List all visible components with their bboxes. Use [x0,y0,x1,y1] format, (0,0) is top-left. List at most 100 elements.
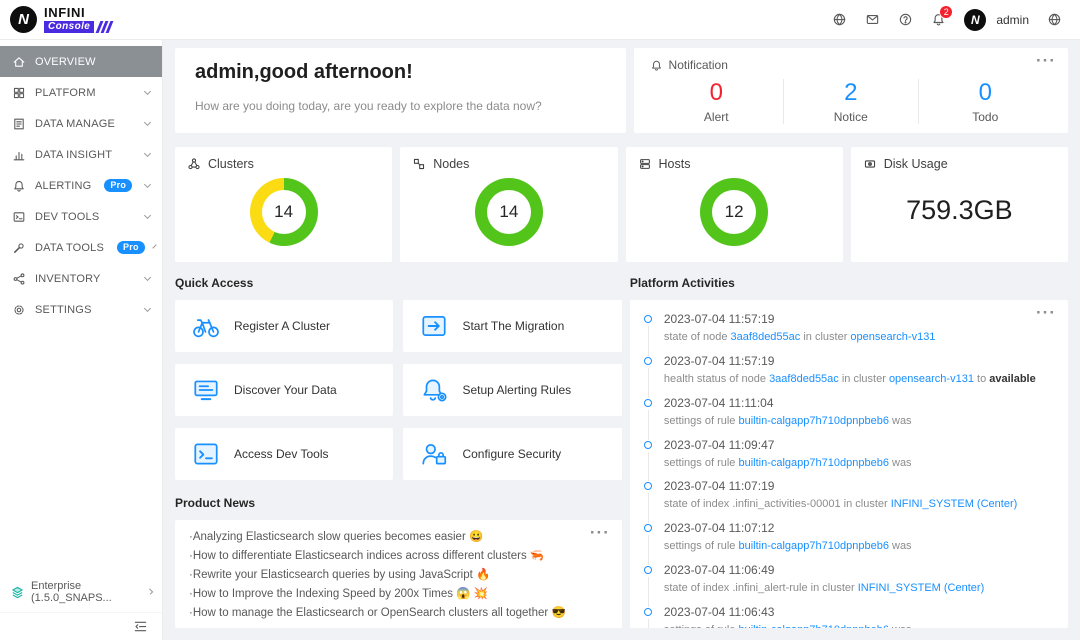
nodes-icon [412,157,426,171]
stat-value: 2 [844,79,858,106]
notification-stat-alert[interactable]: 0 Alert [650,79,785,124]
activity-link[interactable]: builtin-calgapp7h710dpnpbeb6 [738,540,888,552]
activity-text: in cluster [807,582,858,595]
greeting-title: admin,good afternoon! [195,61,413,83]
logo-text: INFINI Console [44,6,114,34]
chevron-down-icon [143,273,152,282]
product-news-list: Analyzing Elasticsearch slow queries bec… [189,528,608,623]
news-item[interactable]: Analyzing Elasticsearch slow queries bec… [189,528,608,547]
news-item[interactable]: Rewrite your Elasticsearch queries by us… [189,566,608,585]
activity-text: was [888,540,912,553]
activity-text: state of index [663,582,733,595]
stat-label: Alert [703,110,729,124]
ellipsis-menu-icon[interactable] [1036,52,1056,70]
app-layout: OVERVIEW PLATFORM DATA MANAGE DATA INSIGHT A… [0,40,1080,640]
activity-desc: state of node 3aaf8ded55ac in cluster op… [664,330,1054,345]
license-label: Enterprise (1.5.0_SNAPS... [31,580,112,604]
product-badge: Console [44,20,114,34]
quick-access-label: Register A Cluster [234,319,331,333]
hosts-icon [638,157,652,171]
notification-stat-notice[interactable]: 2 Notice [784,79,919,124]
ellipsis-menu-icon[interactable] [590,524,610,542]
infini-logo-icon [10,6,37,33]
metrics-row: Clusters 14 Nodes 14 Hosts 12 Disk Usage 759.3G… [175,147,1068,262]
sidebar-item-platform[interactable]: PLATFORM [0,77,162,108]
product-name: Console [44,20,95,34]
quick-access-setup-alerting-rules[interactable]: Setup Alerting Rules [403,364,622,416]
sidebar-item-inventory[interactable]: INVENTORY [0,263,162,294]
activity-text: in cluster [800,331,851,343]
activity-time: 2023-07-04 11:09:47 [663,437,775,452]
sidebar-collapse[interactable] [0,612,162,640]
news-item[interactable]: How to manage the Elasticsearch or OpenS… [189,604,608,623]
activity-text: settings of rule [664,624,739,628]
activity-link[interactable]: INFINI_SYSTEM (Center) [858,582,985,594]
chevron-down-icon [143,149,152,158]
activity-link[interactable]: INFINI_SYSTEM (Center) [891,498,1018,510]
activity-link[interactable]: 3aaf8ded55ac [731,331,801,343]
product-news-title: Product News [175,496,256,510]
news-item[interactable]: How to Improve the Indexing Speed by 200… [189,585,608,604]
help-icon[interactable] [898,12,913,27]
migration-icon [419,311,449,341]
disk-icon [863,157,877,171]
translate-icon[interactable] [832,12,847,27]
activity-status: available [989,372,1036,385]
notification-stat-todo[interactable]: 0 Todo [919,79,1052,124]
quick-access-discover-your-data[interactable]: Discover Your Data [175,364,394,416]
app-logo[interactable]: INFINI Console [0,0,163,39]
activity-link[interactable]: 3aaf8ded55ac [769,373,839,385]
activity-text: settings of rule [663,456,739,469]
mail-icon[interactable] [865,12,880,27]
sidebar-item-overview[interactable]: OVERVIEW [0,46,162,77]
user-avatar[interactable] [964,8,987,31]
greeting-subtitle: How are you doing today, are you ready t… [195,99,542,113]
metric-header: Disk Usage [863,157,1056,171]
data-insight-icon [12,148,26,162]
chevron-down-icon [143,87,152,96]
activity-link[interactable]: builtin-calgapp7h710dpnpbeb6 [738,624,888,628]
quick-access-start-the-migration[interactable]: Start The Migration [403,300,622,352]
license-info[interactable]: Enterprise (1.5.0_SNAPS... [0,572,162,612]
sidebar-item-data-tools[interactable]: DATA TOOLS Pro [0,232,162,263]
activity-link[interactable]: opensearch-v131 [850,331,935,343]
quick-access-label: Start The Migration [462,319,565,333]
dev-tools-icon [12,210,26,224]
activity-text: was [888,456,912,469]
sidebar-item-alerting[interactable]: ALERTING Pro [0,170,162,201]
donut-value: 14 [486,190,531,234]
donut-chart-wrap: 14 [187,178,380,246]
activity-item: 2023-07-04 11:57:19 state of node 3aaf8de… [643,312,1054,356]
inventory-icon [12,272,26,286]
activity-time: 2023-07-04 11:07:19 [663,479,775,494]
sidebar-item-settings[interactable]: SETTINGS [0,294,162,325]
news-item[interactable]: How to differentiate Elasticsearch indic… [189,547,608,566]
stat-value: 0 [978,79,992,106]
quick-access-configure-security[interactable]: Configure Security [403,428,622,480]
header: INFINI Console 2 admin [0,0,1080,40]
quick-access-access-dev-tools[interactable]: Access Dev Tools [175,428,394,480]
sidebar-item-label: INVENTORY [35,272,101,285]
bottom-row: Quick Access Register A Cluster Start The… [175,276,1068,628]
donut-chart: 12 [700,178,769,246]
activity-link[interactable]: builtin-calgapp7h710dpnpbeb6 [738,457,888,469]
activity-desc: settings of rule builtin-calgapp7h710dpn… [664,623,1054,628]
notification-stats: 0 Alert 2 Notice 0 Todo [650,79,1052,124]
bell-icon[interactable]: 2 [931,5,954,27]
dev-console-icon [191,439,221,469]
activity-desc: settings of rule builtin-calgapp7h710dpn… [664,414,1054,429]
logo-slashes-icon [95,20,114,33]
globe-icon[interactable] [1047,12,1062,27]
data-manage-icon [12,117,26,131]
quick-access-register-a-cluster[interactable]: Register A Cluster [175,300,394,352]
sidebar-item-data-insight[interactable]: DATA INSIGHT [0,139,162,170]
product-news-card: Analyzing Elasticsearch slow queries bec… [175,520,622,628]
activity-link[interactable]: opensearch-v131 [889,373,974,385]
activity-item: 2023-07-04 11:07:12 settings of rule buil… [643,521,1054,565]
user-name[interactable]: admin [996,13,1029,27]
sidebar-item-dev-tools[interactable]: DEV TOOLS [0,201,162,232]
sidebar-item-data-manage[interactable]: DATA MANAGE [0,108,162,139]
activity-item: 2023-07-04 11:06:43 settings of rule buil… [643,605,1054,628]
metric-title: Hosts [658,157,691,171]
activity-link[interactable]: builtin-calgapp7h710dpnpbeb6 [738,415,888,427]
